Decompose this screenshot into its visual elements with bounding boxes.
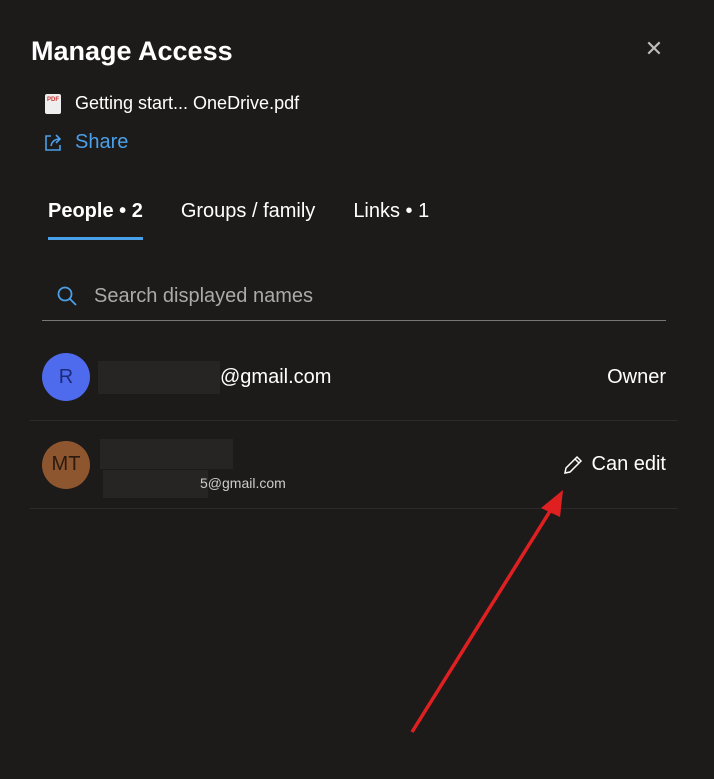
annotation-arrow [410, 490, 563, 733]
